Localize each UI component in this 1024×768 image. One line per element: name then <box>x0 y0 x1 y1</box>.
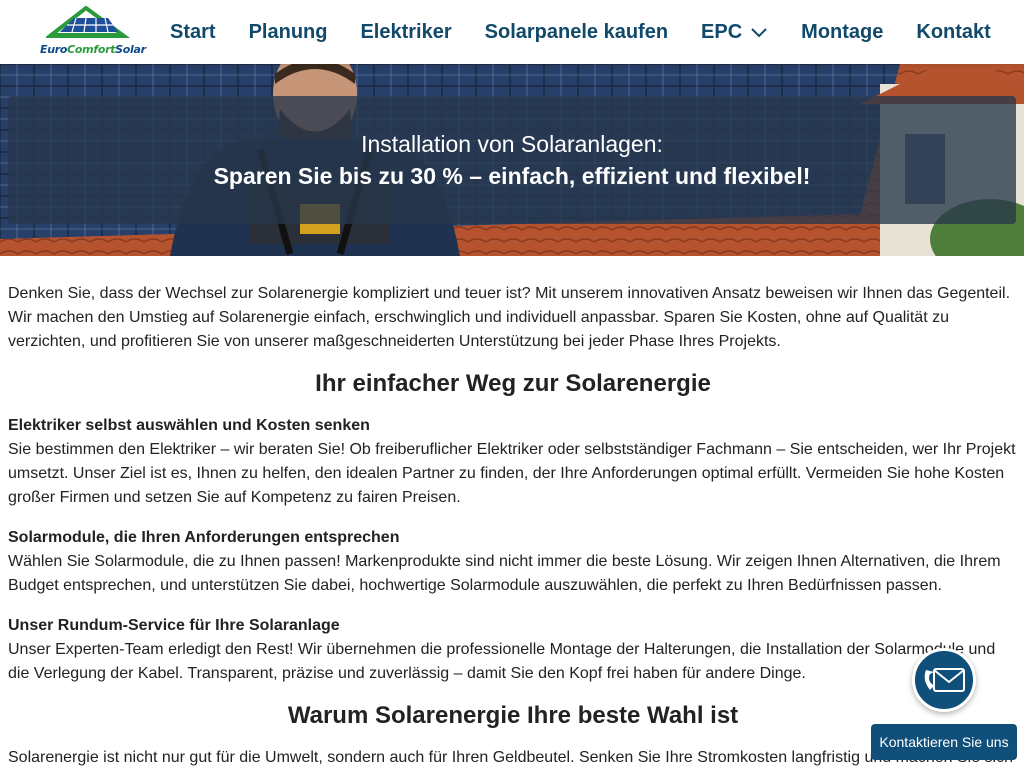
nav-item-elektriker[interactable]: Elektriker <box>360 21 451 44</box>
nav-item-solarpanele-kaufen[interactable]: Solarpanele kaufen <box>485 21 668 44</box>
solar-house-logo-icon <box>46 6 130 38</box>
site-header: EuroComfortSolar Start Planung Elektrike… <box>0 0 1024 64</box>
service-section: Solarmodule, die Ihren Anforderungen ent… <box>8 526 1018 598</box>
hero-title-line1: Installation von Solaranlagen: <box>361 131 663 157</box>
service-section: Elektriker selbst auswählen und Kosten s… <box>8 414 1018 510</box>
hero-overlay: Installation von Solaranlagen: Sparen Si… <box>8 96 1016 224</box>
section-subtitle: Elektriker selbst auswählen und Kosten s… <box>8 417 370 434</box>
logo[interactable]: EuroComfortSolar <box>40 6 146 58</box>
intro-paragraph: Denken Sie, dass der Wechsel zur Solaren… <box>8 285 1011 350</box>
logo-text: EuroComfortSolar <box>40 43 146 56</box>
closing-paragraph: Solarenergie ist nicht nur gut für die U… <box>8 749 1013 766</box>
service-section: Unser Rundum-Service für Ihre Solaranlag… <box>8 614 1018 686</box>
section-paragraph: Unser Experten-Team erledigt den Rest! W… <box>8 641 996 682</box>
section-paragraph: Wählen Sie Solarmodule, die zu Ihnen pas… <box>8 553 1001 594</box>
contact-fab-button[interactable] <box>912 648 976 712</box>
nav-item-planung[interactable]: Planung <box>249 21 328 44</box>
main-nav: Start Planung Elektriker Solarpanele kau… <box>170 0 991 64</box>
hero-banner: Installation von Solaranlagen: Sparen Si… <box>0 64 1024 256</box>
nav-item-montage[interactable]: Montage <box>801 21 883 44</box>
section-heading: Ihr einfacher Weg zur Solarenergie <box>315 370 711 397</box>
main-content: Denken Sie, dass der Wechsel zur Solaren… <box>8 282 1018 768</box>
chevron-down-icon[interactable] <box>750 26 768 38</box>
section-subtitle: Unser Rundum-Service für Ihre Solaranlag… <box>8 617 340 634</box>
section-paragraph: Sie bestimmen den Elektriker – wir berat… <box>8 441 1016 506</box>
phone-mail-icon <box>924 668 965 692</box>
section-subtitle: Solarmodule, die Ihren Anforderungen ent… <box>8 529 400 546</box>
nav-item-kontakt[interactable]: Kontakt <box>916 21 990 44</box>
hero-title-line2: Sparen Sie bis zu 30 % – einfach, effizi… <box>213 163 811 189</box>
nav-item-epc[interactable]: EPC <box>701 21 768 44</box>
section-heading: Warum Solarenergie Ihre beste Wahl ist <box>287 702 739 729</box>
contact-label[interactable]: Kontaktieren Sie uns <box>871 724 1017 760</box>
nav-item-start[interactable]: Start <box>170 21 216 44</box>
